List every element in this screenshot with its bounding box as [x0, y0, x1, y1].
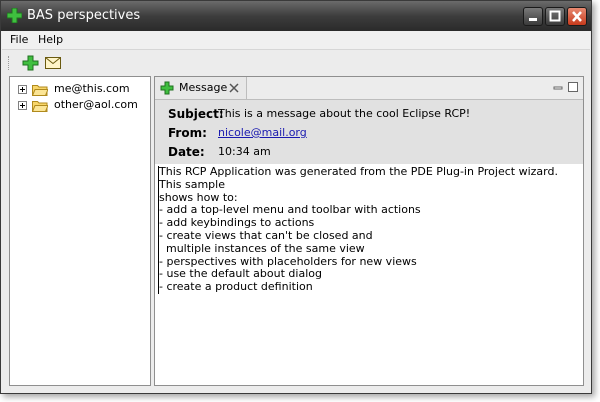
title-bar[interactable]: BAS perspectives [1, 1, 591, 31]
expand-icon[interactable] [18, 101, 27, 110]
plus-icon [160, 81, 174, 95]
date-label: Date: [168, 145, 205, 159]
subject-value: This is a message about the cool Eclipse… [218, 107, 471, 120]
close-button[interactable] [567, 7, 587, 26]
folder-icon [31, 83, 49, 96]
folder-icon [31, 99, 49, 112]
mail-button[interactable] [44, 54, 62, 72]
minimize-icon [529, 18, 537, 21]
add-button[interactable] [22, 54, 40, 72]
app-window: BAS perspectives File Help me@this.com o… [0, 0, 592, 394]
menu-bar: File Help [2, 31, 590, 50]
close-icon[interactable] [228, 82, 240, 94]
tree-item-label: other@aol.com [54, 98, 138, 111]
window-title: BAS perspectives [27, 8, 141, 23]
mail-icon [45, 57, 61, 69]
plus-icon [6, 7, 23, 24]
add-icon [22, 55, 39, 71]
view-tabstrip: Message [155, 77, 583, 100]
from-label: From: [168, 126, 207, 140]
message-body[interactable]: This RCP Application was generated from … [158, 165, 579, 294]
maximize-icon [549, 10, 561, 22]
subject-label: Subject: [168, 107, 224, 121]
message-header: Subject: This is a message about the coo… [155, 100, 583, 164]
message-view: Message Subject: This is a message about… [154, 76, 584, 386]
from-link[interactable]: nicole@mail.org [218, 126, 307, 139]
menu-help[interactable]: Help [38, 33, 63, 46]
date-value: 10:34 am [218, 145, 271, 158]
maximize-button[interactable] [545, 7, 565, 26]
minimize-button[interactable] [523, 7, 543, 26]
tree-item-label: me@this.com [54, 82, 130, 95]
expand-icon[interactable] [18, 85, 27, 94]
toolbar [2, 50, 590, 75]
account-tree: me@this.com other@aol.com [9, 76, 151, 386]
toolbar-grip[interactable] [8, 56, 12, 70]
close-icon [572, 11, 582, 22]
menu-file[interactable]: File [10, 33, 28, 46]
tab-label: Message [179, 81, 228, 94]
minimize-view-icon[interactable] [553, 82, 563, 92]
tab-message[interactable]: Message [155, 77, 247, 99]
maximize-view-icon[interactable] [568, 81, 578, 92]
